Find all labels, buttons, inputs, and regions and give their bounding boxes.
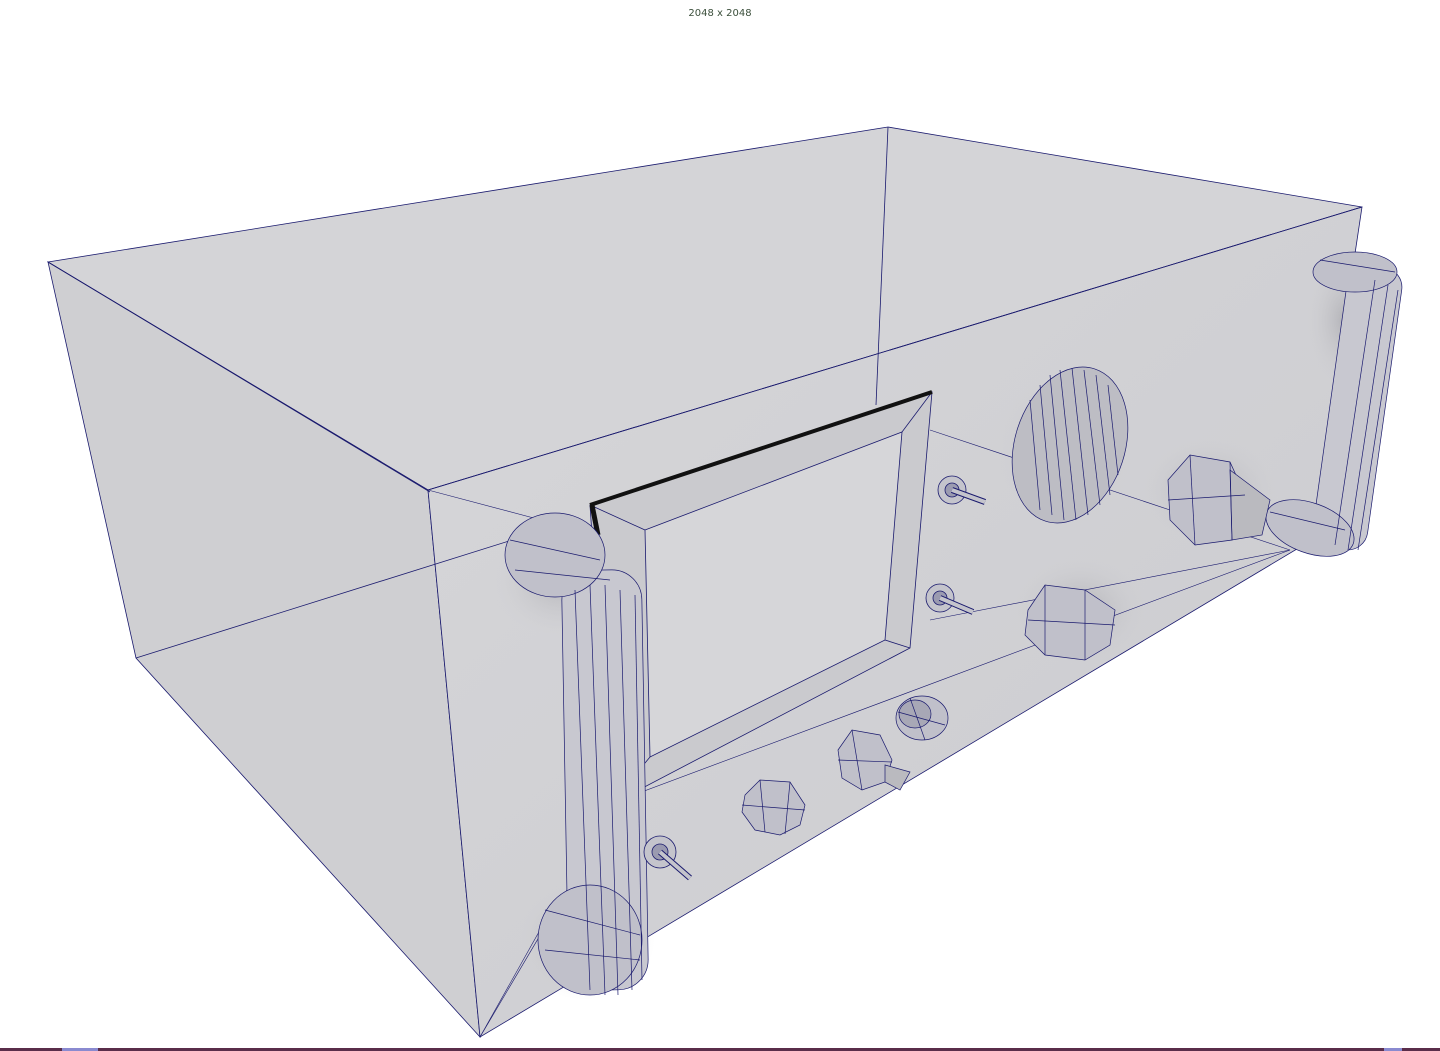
- knob-bottom-right[interactable]: [895, 695, 949, 741]
- 3d-viewport[interactable]: 2048 x 2048: [0, 0, 1440, 1051]
- wireframe-scene[interactable]: [0, 0, 1440, 1051]
